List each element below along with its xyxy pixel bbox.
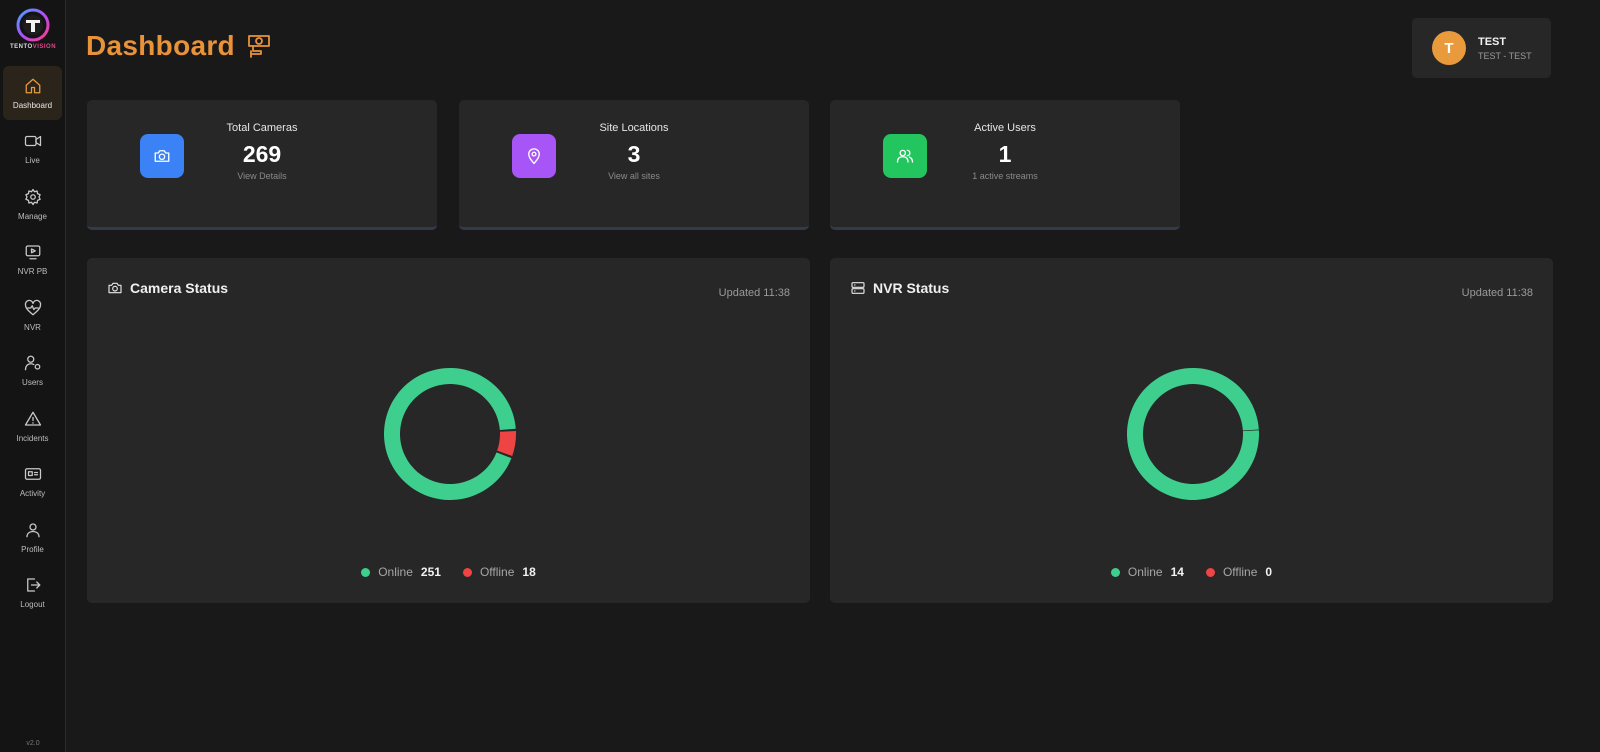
- page-title-text: Dashboard: [86, 30, 235, 61]
- panel-header: NVR Status: [850, 280, 949, 296]
- users-icon: [896, 149, 914, 163]
- offline-dot: [1205, 567, 1215, 577]
- heart-pulse-icon: [24, 299, 42, 317]
- stat-icon-box: [140, 134, 184, 178]
- camera-icon: [108, 282, 122, 294]
- user-subtitle: TEST - TEST: [1478, 50, 1532, 61]
- stat-label: Active Users: [974, 122, 1036, 134]
- sidebar-item-nvr-pb[interactable]: NVR PB: [3, 232, 62, 286]
- stat-value: 3: [627, 141, 641, 167]
- logout-icon: [24, 576, 42, 594]
- camera-status-legend: Online 251 Offline 18: [87, 565, 810, 579]
- stat-text: Site Locations 3 View all sites: [569, 122, 699, 181]
- activity-card-icon: [24, 465, 42, 483]
- legend-item-offline: Offline 0: [1205, 565, 1273, 579]
- camera-icon: [154, 150, 170, 162]
- stat-value: 1: [998, 141, 1012, 167]
- sidebar: TENTOVISION Dashboard Live Manage NVR PB…: [0, 0, 66, 752]
- panel-header: Camera Status: [107, 280, 228, 296]
- stat-card-total-cameras[interactable]: Total Cameras 269 View Details: [87, 100, 437, 230]
- sidebar-item-live[interactable]: Live: [3, 121, 62, 175]
- stat-text: Total Cameras 269 View Details: [197, 122, 327, 181]
- stat-card-site-locations[interactable]: Site Locations 3 View all sites: [459, 100, 809, 230]
- nvr-status-panel: NVR Status Updated 11:38 Online 14 Offli…: [830, 258, 1553, 603]
- updated-timestamp: Updated 11:38: [1461, 287, 1533, 299]
- cctv-camera-icon: [245, 32, 273, 60]
- profile-icon: [24, 521, 42, 539]
- play-screen-icon: [24, 243, 42, 261]
- stat-icon-box: [883, 134, 927, 178]
- legend-item-offline: Offline 18: [462, 565, 536, 579]
- updated-timestamp: Updated 11:38: [718, 287, 790, 299]
- sidebar-item-label: Manage: [18, 211, 47, 221]
- sidebar-item-label: Logout: [20, 599, 45, 609]
- camera-status-panel: Camera Status Updated 11:38 Online 251 O…: [87, 258, 810, 603]
- legend-label: Online: [378, 565, 413, 579]
- stat-value: 269: [242, 141, 282, 167]
- sidebar-item-logout[interactable]: Logout: [3, 565, 62, 619]
- stat-icon-box: [512, 134, 556, 178]
- legend-value: 251: [420, 565, 441, 579]
- app-logo[interactable]: TENTOVISION: [0, 8, 66, 56]
- sidebar-item-label: NVR PB: [17, 266, 48, 276]
- sidebar-item-label: NVR: [24, 322, 41, 332]
- panel-title: Camera Status: [130, 280, 229, 296]
- legend-value: 14: [1170, 565, 1184, 579]
- sidebar-item-label: Live: [25, 155, 40, 165]
- stat-label: Site Locations: [599, 122, 669, 134]
- sidebar-item-label: Dashboard: [12, 100, 53, 110]
- server-icon: [851, 282, 865, 294]
- online-dot: [1110, 567, 1120, 577]
- location-pin-icon: [528, 148, 540, 165]
- user-name: TEST: [1478, 35, 1507, 48]
- legend-item-online: Online 14: [1110, 565, 1184, 579]
- sidebar-item-label: Users: [22, 377, 43, 387]
- panel-title: NVR Status: [873, 280, 950, 296]
- avatar: T: [1432, 31, 1466, 65]
- sidebar-item-label: Incidents: [16, 433, 49, 443]
- stat-label: Total Cameras: [226, 122, 298, 134]
- legend-value: 18: [522, 565, 536, 579]
- sidebar-item-label: Activity: [19, 488, 46, 498]
- legend-label: Offline: [1222, 565, 1258, 579]
- gear-icon: [24, 188, 42, 206]
- view-all-sites-link[interactable]: View all sites: [569, 171, 699, 181]
- sidebar-item-manage[interactable]: Manage: [3, 177, 62, 231]
- sidebar-item-dashboard[interactable]: Dashboard: [3, 66, 62, 120]
- stat-text: Active Users 1 1 active streams: [940, 122, 1070, 181]
- legend-label: Online: [1127, 565, 1163, 579]
- sidebar-item-activity[interactable]: Activity: [3, 454, 62, 508]
- legend-value: 0: [1265, 565, 1273, 579]
- camera-online-slice: [384, 368, 516, 500]
- video-icon: [24, 132, 42, 150]
- legend-item-online: Online 251: [361, 565, 441, 579]
- stat-card-active-users[interactable]: Active Users 1 1 active streams: [830, 100, 1180, 230]
- nvr-status-legend: Online 14 Offline 0: [830, 565, 1553, 579]
- sidebar-item-label: Profile: [21, 544, 44, 554]
- online-dot: [361, 567, 371, 577]
- home-icon: [24, 77, 42, 95]
- app-version: v2.0: [26, 740, 40, 747]
- legend-label: Offline: [479, 565, 515, 579]
- nvr-status-donut-chart: [1127, 367, 1259, 500]
- sidebar-item-incidents[interactable]: Incidents: [3, 399, 62, 453]
- user-info: TEST TEST - TEST: [1478, 36, 1532, 61]
- view-details-link[interactable]: View Details: [197, 171, 327, 181]
- stat-subtext: 1 active streams: [972, 171, 1038, 181]
- sidebar-item-nvr[interactable]: NVR: [3, 288, 62, 342]
- camera-offline-slice: [497, 431, 516, 457]
- tentovision-logo-icon: [16, 8, 50, 42]
- page-title: Dashboard: [86, 28, 273, 64]
- sidebar-item-users[interactable]: Users: [3, 343, 62, 397]
- nvr-online-slice: [1127, 367, 1259, 500]
- offline-dot: [462, 567, 472, 577]
- user-gear-icon: [24, 354, 42, 372]
- sidebar-item-profile[interactable]: Profile: [3, 510, 62, 564]
- user-card[interactable]: T TEST TEST - TEST: [1412, 18, 1551, 78]
- warning-icon: [24, 410, 42, 428]
- camera-status-donut-chart: [384, 368, 516, 500]
- logo-wordmark: TENTOVISION: [9, 44, 57, 50]
